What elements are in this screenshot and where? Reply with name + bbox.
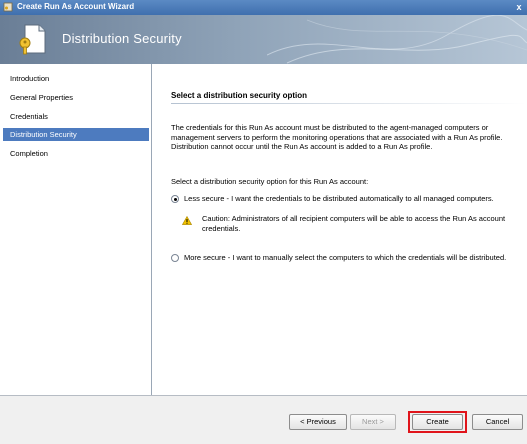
cancel-button[interactable]: Cancel — [472, 414, 523, 430]
banner-decoration — [267, 15, 527, 64]
next-button[interactable]: Next > — [350, 414, 396, 430]
content-panel: Select a distribution security option Th… — [153, 64, 527, 395]
nav-item-completion[interactable]: Completion — [3, 147, 149, 160]
caution-text: Caution: Administrators of all recipient… — [202, 214, 506, 233]
nav-item-introduction[interactable]: Introduction — [3, 72, 149, 85]
warning-icon — [182, 216, 192, 225]
more-secure-radio[interactable] — [171, 254, 179, 262]
section-divider — [171, 103, 526, 104]
close-icon[interactable]: x — [513, 1, 525, 13]
create-button[interactable]: Create — [412, 414, 463, 430]
title-bar[interactable]: Create Run As Account Wizard x — [0, 0, 527, 15]
more-secure-label[interactable]: More secure - I want to manually select … — [184, 253, 514, 263]
document-key-icon — [19, 24, 46, 55]
previous-button[interactable]: < Previous — [289, 414, 347, 430]
description-text: The credentials for this Run As account … — [171, 123, 503, 151]
nav-item-distribution-security[interactable]: Distribution Security — [3, 128, 149, 141]
less-secure-radio[interactable] — [171, 195, 179, 203]
section-title: Select a distribution security option — [171, 91, 308, 100]
prompt-text: Select a distribution security option fo… — [171, 177, 369, 186]
header-banner: Distribution Security — [0, 15, 527, 64]
wizard-window: Create Run As Account Wizard x Distribut… — [0, 0, 527, 444]
wizard-nav: Introduction General Properties Credenti… — [0, 64, 152, 395]
page-heading: Distribution Security — [62, 31, 182, 46]
less-secure-label[interactable]: Less secure - I want the credentials to … — [184, 194, 504, 204]
nav-item-credentials[interactable]: Credentials — [3, 110, 149, 123]
nav-item-general-properties[interactable]: General Properties — [3, 91, 149, 104]
wizard-app-icon — [3, 2, 13, 12]
window-title: Create Run As Account Wizard — [17, 2, 135, 11]
button-bar: < Previous Next > Create Cancel — [0, 395, 527, 444]
